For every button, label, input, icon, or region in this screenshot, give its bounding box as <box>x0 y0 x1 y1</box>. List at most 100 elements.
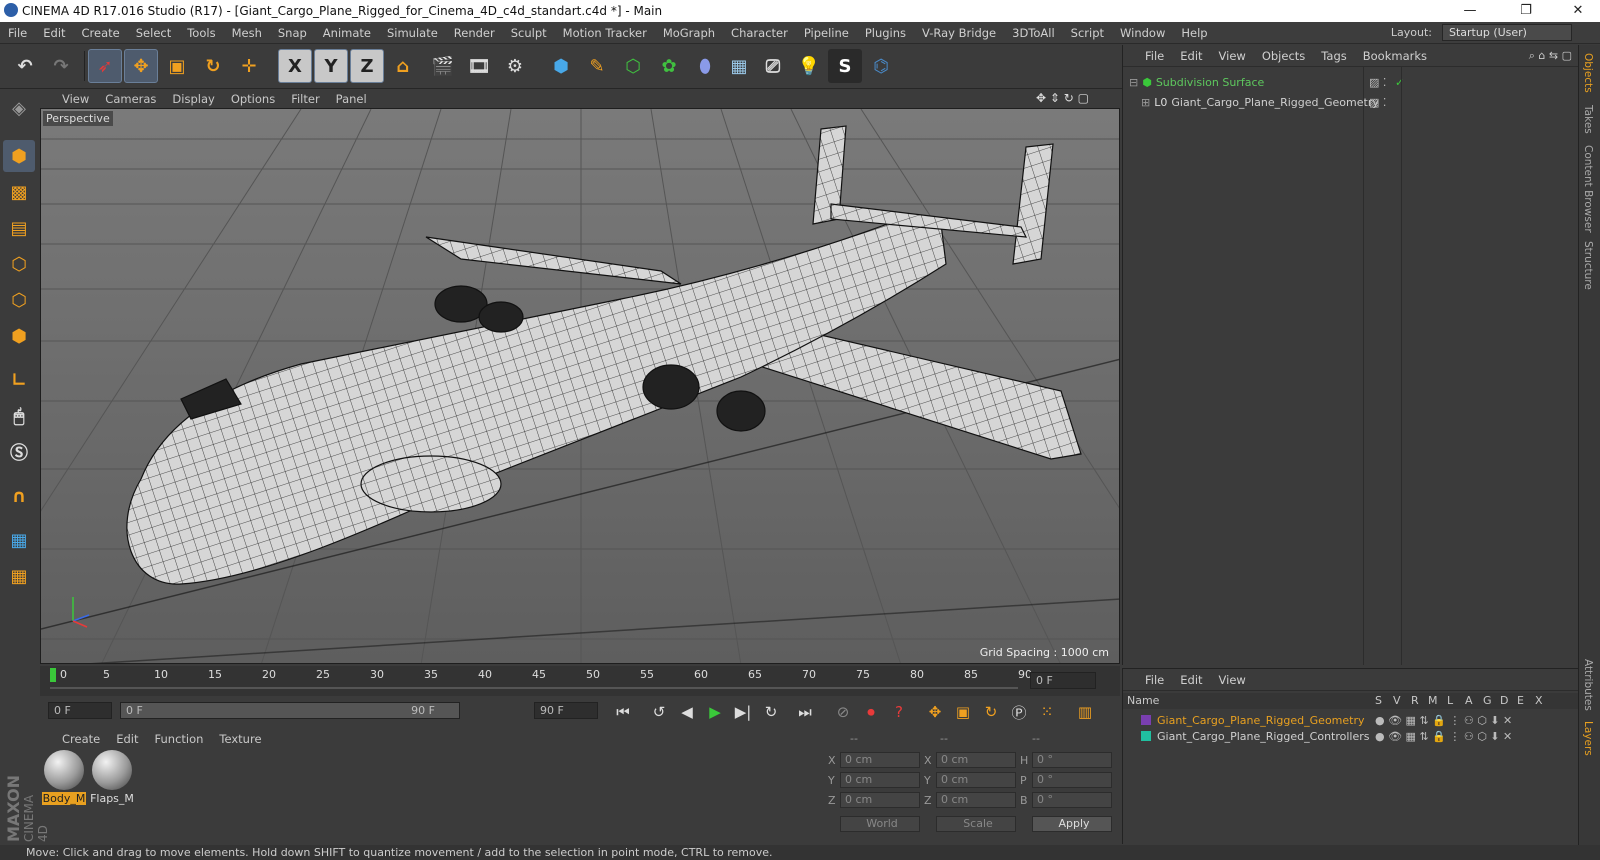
make-editable-icon[interactable]: ◈ <box>3 92 35 124</box>
autokey-icon[interactable]: ⏺ <box>858 700 884 724</box>
menu-edit[interactable]: Edit <box>35 26 73 40</box>
material-menu-edit[interactable]: Edit <box>108 732 146 746</box>
camera-label[interactable]: Perspective <box>43 111 113 126</box>
next-key-icon[interactable]: ↻ <box>758 700 784 724</box>
pen-spline-icon[interactable]: ✎ <box>580 49 614 83</box>
position-y-field[interactable]: 0 cm <box>840 772 920 788</box>
planar-workplane-icon[interactable]: ▦ <box>3 560 35 592</box>
undo-icon[interactable]: ↶ <box>8 49 42 83</box>
size-x-field[interactable]: 0 cm <box>936 752 1016 768</box>
viewport-menu-view[interactable]: View <box>54 92 97 106</box>
layer-menu-view[interactable]: View <box>1211 673 1254 687</box>
model-mode-icon[interactable]: ⬢ <box>3 140 35 172</box>
object-row[interactable]: ⊞ L0 Giant_Cargo_Plane_Rigged_Geometry ▨… <box>1123 93 1579 111</box>
axis-mode-icon[interactable]: ∟ <box>3 364 35 396</box>
key-scale-icon[interactable]: ▣ <box>950 700 976 724</box>
position-z-field[interactable]: 0 cm <box>840 792 920 808</box>
layer-menu-edit[interactable]: Edit <box>1172 673 1210 687</box>
key-position-icon[interactable]: ✥ <box>922 700 948 724</box>
x-axis-lock-button[interactable]: X <box>278 49 312 83</box>
expand-icon[interactable]: ⊞ <box>1141 96 1150 109</box>
menu-3dtoall[interactable]: 3DToAll <box>1004 26 1063 40</box>
render-view-icon[interactable]: 🎬 <box>426 49 460 83</box>
object-menu-objects[interactable]: Objects <box>1254 49 1313 63</box>
menu-snap[interactable]: Snap <box>270 26 315 40</box>
play-icon[interactable]: ▶ <box>702 700 728 724</box>
layer-color-swatch[interactable] <box>1141 731 1151 741</box>
object-menu-bookmarks[interactable]: Bookmarks <box>1355 49 1435 63</box>
y-axis-lock-button[interactable]: Y <box>314 49 348 83</box>
perspective-viewport[interactable]: Perspective Grid Spacing : 1000 cm <box>40 108 1120 664</box>
workplane-lock-icon[interactable]: ▦ <box>3 524 35 556</box>
record-active-icon[interactable]: ⊘ <box>830 700 856 724</box>
collapse-icon[interactable]: ⊟ <box>1129 76 1138 89</box>
menu-mograph[interactable]: MoGraph <box>655 26 723 40</box>
position-x-field[interactable]: 0 cm <box>840 752 920 768</box>
visibility-toggle[interactable]: ▨ ⁚ <box>1369 96 1386 109</box>
viewport-navigation-icons[interactable]: ✥ ⇕ ↻ ▢ <box>1036 91 1089 105</box>
polygons-mode-icon[interactable]: ⬢ <box>3 320 35 352</box>
key-point-level-icon[interactable]: ⁙ <box>1034 700 1060 724</box>
camera-icon[interactable]: ⎚ <box>756 49 790 83</box>
current-frame-field[interactable]: 0 F <box>1030 672 1096 689</box>
menu-script[interactable]: Script <box>1063 26 1112 40</box>
rotation-p-field[interactable]: 0 ° <box>1032 772 1112 788</box>
viewport-menu-filter[interactable]: Filter <box>283 92 327 106</box>
size-mode-select[interactable]: Scale <box>936 816 1016 832</box>
rotation-b-field[interactable]: 0 ° <box>1032 792 1112 808</box>
tab-layers[interactable]: Layers <box>1582 721 1594 756</box>
z-axis-lock-button[interactable]: Z <box>350 49 384 83</box>
tab-objects[interactable]: Objects <box>1582 53 1594 93</box>
viewport-menu-panel[interactable]: Panel <box>328 92 375 106</box>
menu-pipeline[interactable]: Pipeline <box>796 26 857 40</box>
snapping-icon[interactable]: ∩ <box>3 480 35 512</box>
menu-tools[interactable]: Tools <box>179 26 223 40</box>
menu-plugins[interactable]: Plugins <box>857 26 914 40</box>
object-menu-file[interactable]: File <box>1137 49 1172 63</box>
layer-color-swatch[interactable] <box>1141 715 1151 725</box>
material-menu-function[interactable]: Function <box>147 732 212 746</box>
layer-menu-file[interactable]: File <box>1137 673 1172 687</box>
menu-animate[interactable]: Animate <box>315 26 379 40</box>
go-to-start-icon[interactable]: ⏮ <box>610 700 636 724</box>
size-z-field[interactable]: 0 cm <box>936 792 1016 808</box>
tab-structure[interactable]: Structure <box>1582 241 1594 290</box>
coordinate-system-icon[interactable]: ⌂ <box>386 49 420 83</box>
minimize-button[interactable]: — <box>1448 0 1492 22</box>
floor-icon[interactable]: ▦ <box>722 49 756 83</box>
object-menu-tags[interactable]: Tags <box>1313 49 1354 63</box>
python-icon[interactable]: ⌬ <box>864 49 898 83</box>
preview-range-slider[interactable]: 0 F 90 F <box>120 702 460 719</box>
cloner-icon[interactable]: ✿ <box>652 49 686 83</box>
layer-row[interactable]: Giant_Cargo_Plane_Rigged_Controllers ● 👁… <box>1123 727 1579 745</box>
menu-vray-bridge[interactable]: V-Ray Bridge <box>914 26 1004 40</box>
vray-icon[interactable]: S <box>828 49 862 83</box>
material-swatch[interactable]: Flaps_M <box>90 750 134 805</box>
light-icon[interactable]: 💡 <box>792 49 826 83</box>
texture-mode-icon[interactable]: ▩ <box>3 176 35 208</box>
coordinate-mode-select[interactable]: World <box>840 816 920 832</box>
menu-simulate[interactable]: Simulate <box>379 26 446 40</box>
render-settings-icon[interactable]: ⚙ <box>498 49 532 83</box>
start-frame-field[interactable]: 0 F <box>48 702 112 719</box>
rotation-h-field[interactable]: 0 ° <box>1032 752 1112 768</box>
edges-mode-icon[interactable]: ⬡ <box>3 284 35 316</box>
previous-frame-icon[interactable]: ◀ <box>674 700 700 724</box>
object-row[interactable]: ⊟ ⬢ Subdivision Surface ▨ ⁚ ✓ <box>1123 73 1579 91</box>
render-picture-viewer-icon[interactable]: 🎞 <box>462 49 496 83</box>
menu-character[interactable]: Character <box>723 26 796 40</box>
material-menu-create[interactable]: Create <box>54 732 108 746</box>
material-menu-texture[interactable]: Texture <box>211 732 269 746</box>
menu-select[interactable]: Select <box>128 26 179 40</box>
apply-button[interactable]: Apply <box>1032 816 1112 832</box>
object-manager-nav-icons[interactable]: ⌕ ⌂ ⇆ ▢ <box>1529 49 1572 63</box>
workplane-mode-icon[interactable]: ▤ <box>3 212 35 244</box>
solo-mode-icon[interactable]: Ⓢ <box>3 436 35 468</box>
key-rotation-icon[interactable]: ↻ <box>978 700 1004 724</box>
subdivision-surface-icon[interactable]: ⬡ <box>616 49 650 83</box>
points-mode-icon[interactable]: ⬡ <box>3 248 35 280</box>
layer-toggle-icons[interactable]: ● 👁 ▦ ⇅ 🔒 ⋮ ⚇ ⬡ ⬇ ✕ <box>1375 714 1512 727</box>
object-menu-view[interactable]: View <box>1211 49 1254 63</box>
enabled-check-icon[interactable]: ✓ <box>1395 76 1404 89</box>
menu-sculpt[interactable]: Sculpt <box>503 26 555 40</box>
